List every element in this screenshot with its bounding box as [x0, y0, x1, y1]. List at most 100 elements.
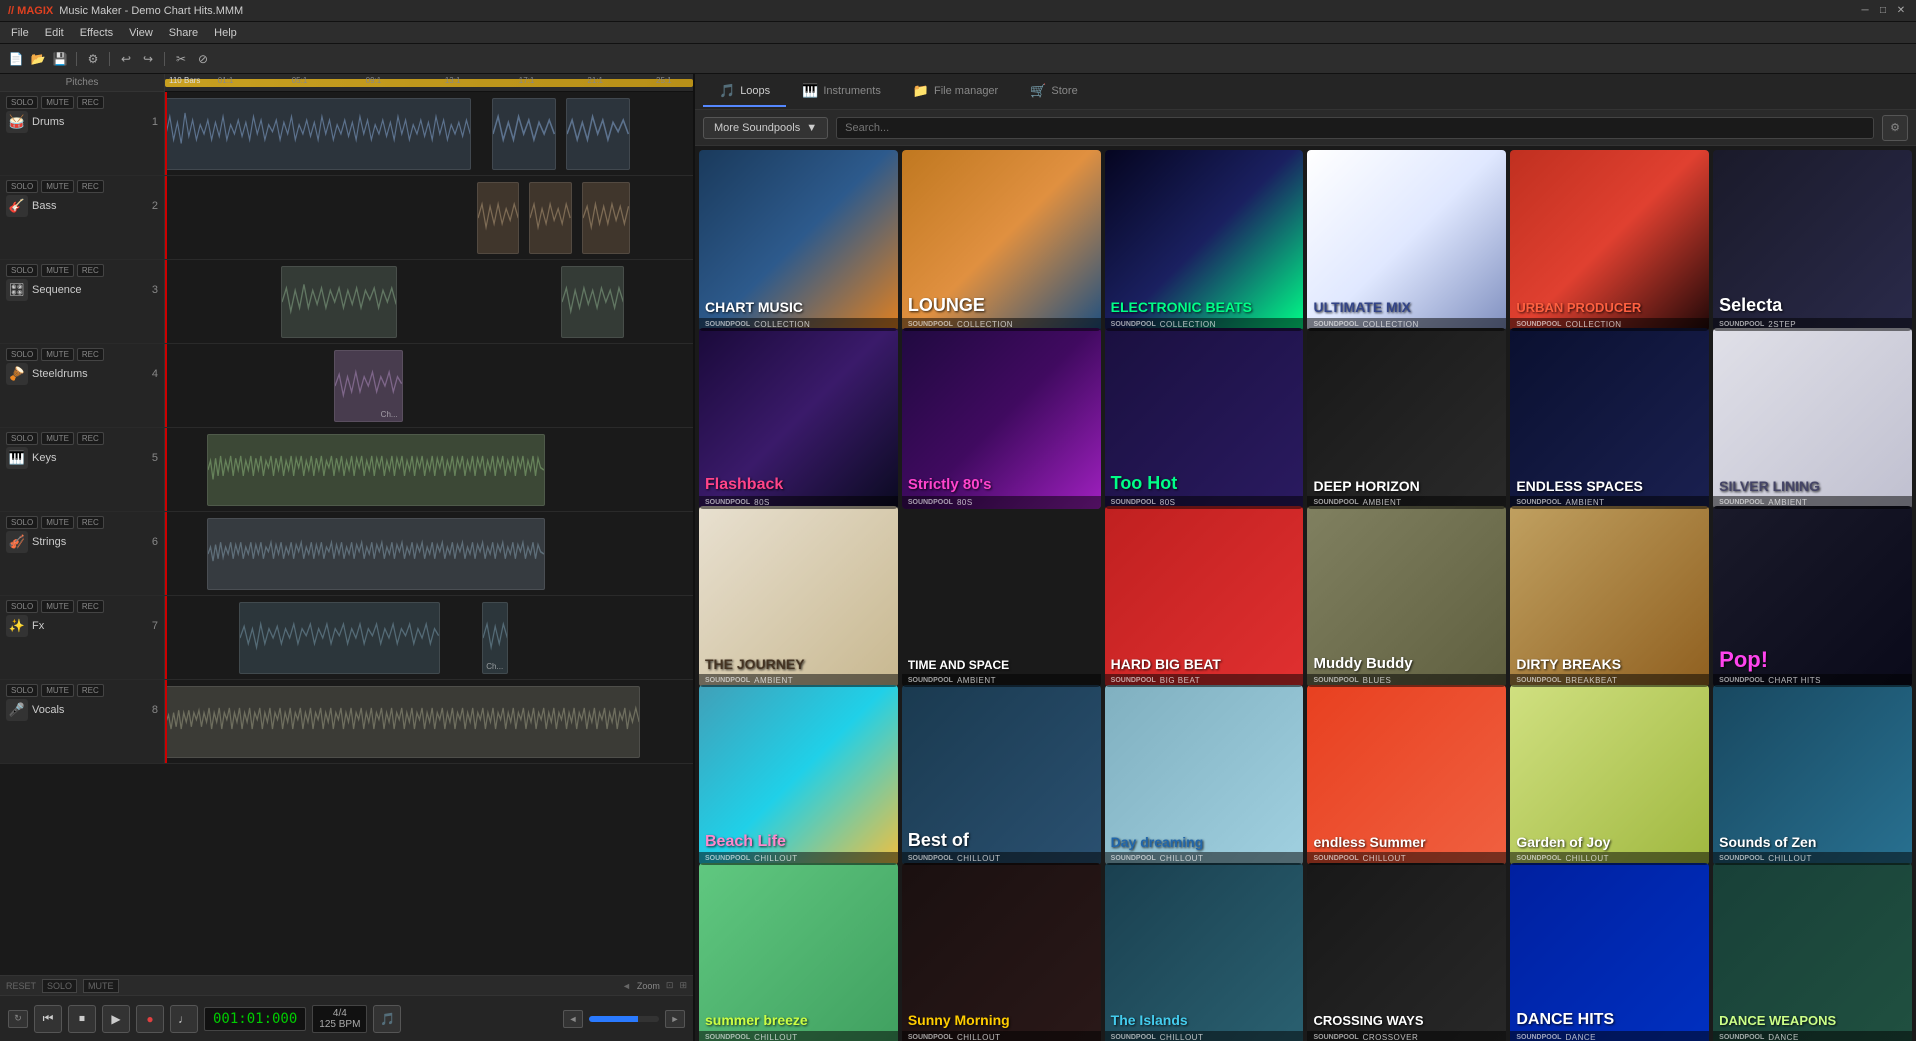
record-btn[interactable]: ●: [136, 1005, 164, 1033]
toolbar-settings[interactable]: ⚙: [83, 50, 103, 68]
soundpool-card-bestof[interactable]: Best of SOUNDPOOL CHILLOUT: [902, 685, 1101, 866]
soundpool-card-sunnymorning[interactable]: Sunny Morning SOUNDPOOL CHILLOUT: [902, 863, 1101, 1041]
tab-store[interactable]: 🛒 Store: [1014, 77, 1093, 107]
full-btn[interactable]: ⊞: [679, 980, 687, 991]
rec-btn-drums[interactable]: REC: [77, 96, 104, 109]
rec-btn-vocals[interactable]: REC: [77, 684, 104, 697]
solo-btn-vocals[interactable]: SOLO: [6, 684, 38, 697]
track-content-sequence[interactable]: [165, 260, 693, 343]
solo-btn-strings[interactable]: SOLO: [6, 516, 38, 529]
toolbar-new[interactable]: 📄: [6, 50, 26, 68]
soundpool-card-silverlining[interactable]: SILVER LINING SOUNDPOOL AMBIENT: [1713, 328, 1912, 509]
vol-down-btn[interactable]: ◄: [563, 1010, 583, 1028]
stop-btn[interactable]: ⏹: [68, 1005, 96, 1033]
clip-drums-2[interactable]: [492, 98, 555, 170]
scroll-left-btn[interactable]: ◄: [622, 981, 631, 991]
soundpool-card-dirtybreaks[interactable]: DIRTY BREAKS SOUNDPOOL BREAKBEAT: [1510, 506, 1709, 687]
clip-vocals-1[interactable]: [165, 686, 640, 758]
clip-steeldrums-1[interactable]: Ch...: [334, 350, 403, 422]
soundpool-card-electronicbeats[interactable]: ELECTRONIC BEATS SOUNDPOOL COLLECTION: [1105, 150, 1304, 331]
solo-btn-drums[interactable]: SOLO: [6, 96, 38, 109]
tab-filemanager[interactable]: 📁 File manager: [897, 77, 1014, 107]
soundpool-card-pop[interactable]: Pop! SOUNDPOOL CHART HITS: [1713, 506, 1912, 687]
metronome-btn[interactable]: ♩: [170, 1005, 198, 1033]
soundpool-card-muddybuddy[interactable]: Muddy Buddy SOUNDPOOL BLUES: [1307, 506, 1506, 687]
mute-all-btn[interactable]: MUTE: [83, 979, 119, 993]
soundpool-card-gardenofjoy[interactable]: Garden of Joy SOUNDPOOL CHILLOUT: [1510, 685, 1709, 866]
menu-view[interactable]: View: [122, 25, 160, 41]
soundpool-card-danceweapons[interactable]: DANCE WEAPONS SOUNDPOOL DANCE: [1713, 863, 1912, 1041]
solo-btn-keys[interactable]: SOLO: [6, 432, 38, 445]
toolbar-redo[interactable]: ↪: [138, 50, 158, 68]
clip-bass-1[interactable]: [477, 182, 519, 254]
clip-bass-3[interactable]: [582, 182, 630, 254]
soundpool-card-toohot[interactable]: Too Hot SOUNDPOOL 80s: [1105, 328, 1304, 509]
tune-btn[interactable]: 🎵: [373, 1005, 401, 1033]
mute-btn-strings[interactable]: MUTE: [41, 516, 74, 529]
solo-btn-sequence[interactable]: SOLO: [6, 264, 38, 277]
menu-edit[interactable]: Edit: [38, 25, 71, 41]
mute-btn-bass[interactable]: MUTE: [41, 180, 74, 193]
soundpool-card-ultimatemix[interactable]: ULTIMATE MIX SOUNDPOOL COLLECTION: [1307, 150, 1506, 331]
search-input[interactable]: [836, 117, 1874, 139]
soundpool-card-chartmusic[interactable]: CHART MUSIC SOUNDPOOL COLLECTION: [699, 150, 898, 331]
mute-btn-steeldrums[interactable]: MUTE: [41, 348, 74, 361]
rec-btn-keys[interactable]: REC: [77, 432, 104, 445]
solo-btn-fx[interactable]: SOLO: [6, 600, 38, 613]
rec-btn-sequence[interactable]: REC: [77, 264, 104, 277]
soundpool-card-selecta[interactable]: Selecta SOUNDPOOL 2STEP: [1713, 150, 1912, 331]
menu-share[interactable]: Share: [162, 25, 205, 41]
more-soundpools-dropdown[interactable]: More Soundpools ▼: [703, 117, 828, 139]
close-button[interactable]: ✕: [1894, 4, 1908, 18]
track-content-drums[interactable]: [165, 92, 693, 175]
minimize-button[interactable]: ─: [1858, 4, 1872, 18]
soundpool-card-endlesssummer[interactable]: endless Summer SOUNDPOOL CHILLOUT: [1307, 685, 1506, 866]
mute-btn-sequence[interactable]: MUTE: [41, 264, 74, 277]
clip-bass-2[interactable]: [529, 182, 571, 254]
soundpool-card-soundsofzen[interactable]: Sounds of Zen SOUNDPOOL CHILLOUT: [1713, 685, 1912, 866]
clip-drums-1[interactable]: [165, 98, 471, 170]
solo-all-btn[interactable]: SOLO: [42, 979, 77, 993]
clip-fx-2[interactable]: Ch...: [482, 602, 508, 674]
track-content-keys[interactable]: [165, 428, 693, 511]
soundpool-card-endlessspaces[interactable]: ENDLESS SPACES SOUNDPOOL AMBIENT: [1510, 328, 1709, 509]
mute-btn-vocals[interactable]: MUTE: [41, 684, 74, 697]
soundpool-card-summerbreeze[interactable]: summer breeze SOUNDPOOL CHILLOUT: [699, 863, 898, 1041]
toolbar-save[interactable]: 💾: [50, 50, 70, 68]
rewind-btn[interactable]: ⏮: [34, 1005, 62, 1033]
settings-btn[interactable]: ⚙: [1882, 115, 1908, 141]
menu-help[interactable]: Help: [207, 25, 244, 41]
soundpool-card-beachlife[interactable]: Beach Life SOUNDPOOL CHILLOUT: [699, 685, 898, 866]
maximize-button[interactable]: □: [1876, 4, 1890, 18]
loop-btn[interactable]: ↻: [8, 1010, 28, 1028]
toolbar-undo[interactable]: ↩: [116, 50, 136, 68]
tab-loops[interactable]: 🎵 Loops: [703, 77, 786, 107]
soundpool-card-thejourney[interactable]: THE JOURNEY SOUNDPOOL AMBIENT: [699, 506, 898, 687]
toolbar-stop-action[interactable]: ⊘: [193, 50, 213, 68]
clip-drums-3[interactable]: [566, 98, 629, 170]
clip-keys-1[interactable]: [207, 434, 545, 506]
volume-slider[interactable]: [589, 1016, 659, 1022]
soundpool-card-daydreaming[interactable]: Day dreaming SOUNDPOOL CHILLOUT: [1105, 685, 1304, 866]
mute-btn-keys[interactable]: MUTE: [41, 432, 74, 445]
clip-seq-2[interactable]: [561, 266, 624, 338]
track-content-strings[interactable]: [165, 512, 693, 595]
track-content-vocals[interactable]: [165, 680, 693, 763]
soundpool-card-strictly80s[interactable]: Strictly 80's SOUNDPOOL 80s: [902, 328, 1101, 509]
clip-strings-1[interactable]: [207, 518, 545, 590]
play-btn[interactable]: ▶: [102, 1005, 130, 1033]
soundpool-card-flashback[interactable]: Flashback SOUNDPOOL 80s: [699, 328, 898, 509]
menu-file[interactable]: File: [4, 25, 36, 41]
menu-effects[interactable]: Effects: [73, 25, 120, 41]
vol-up-btn[interactable]: ►: [665, 1010, 685, 1028]
track-content-steeldrums[interactable]: Ch...: [165, 344, 693, 427]
fit-btn[interactable]: ⊡: [666, 980, 674, 991]
tab-instruments[interactable]: 🎹 Instruments: [786, 77, 897, 107]
soundpool-card-timeandspace[interactable]: TIME AND SPACE SOUNDPOOL AMBIENT: [902, 506, 1101, 687]
clip-seq-1[interactable]: [281, 266, 397, 338]
rec-btn-strings[interactable]: REC: [77, 516, 104, 529]
soundpool-card-lounge[interactable]: LOUNGE SOUNDPOOL COLLECTION: [902, 150, 1101, 331]
toolbar-cut[interactable]: ✂: [171, 50, 191, 68]
soundpool-card-deephorizon[interactable]: DEEP HORIZON SOUNDPOOL AMBIENT: [1307, 328, 1506, 509]
rec-btn-bass[interactable]: REC: [77, 180, 104, 193]
